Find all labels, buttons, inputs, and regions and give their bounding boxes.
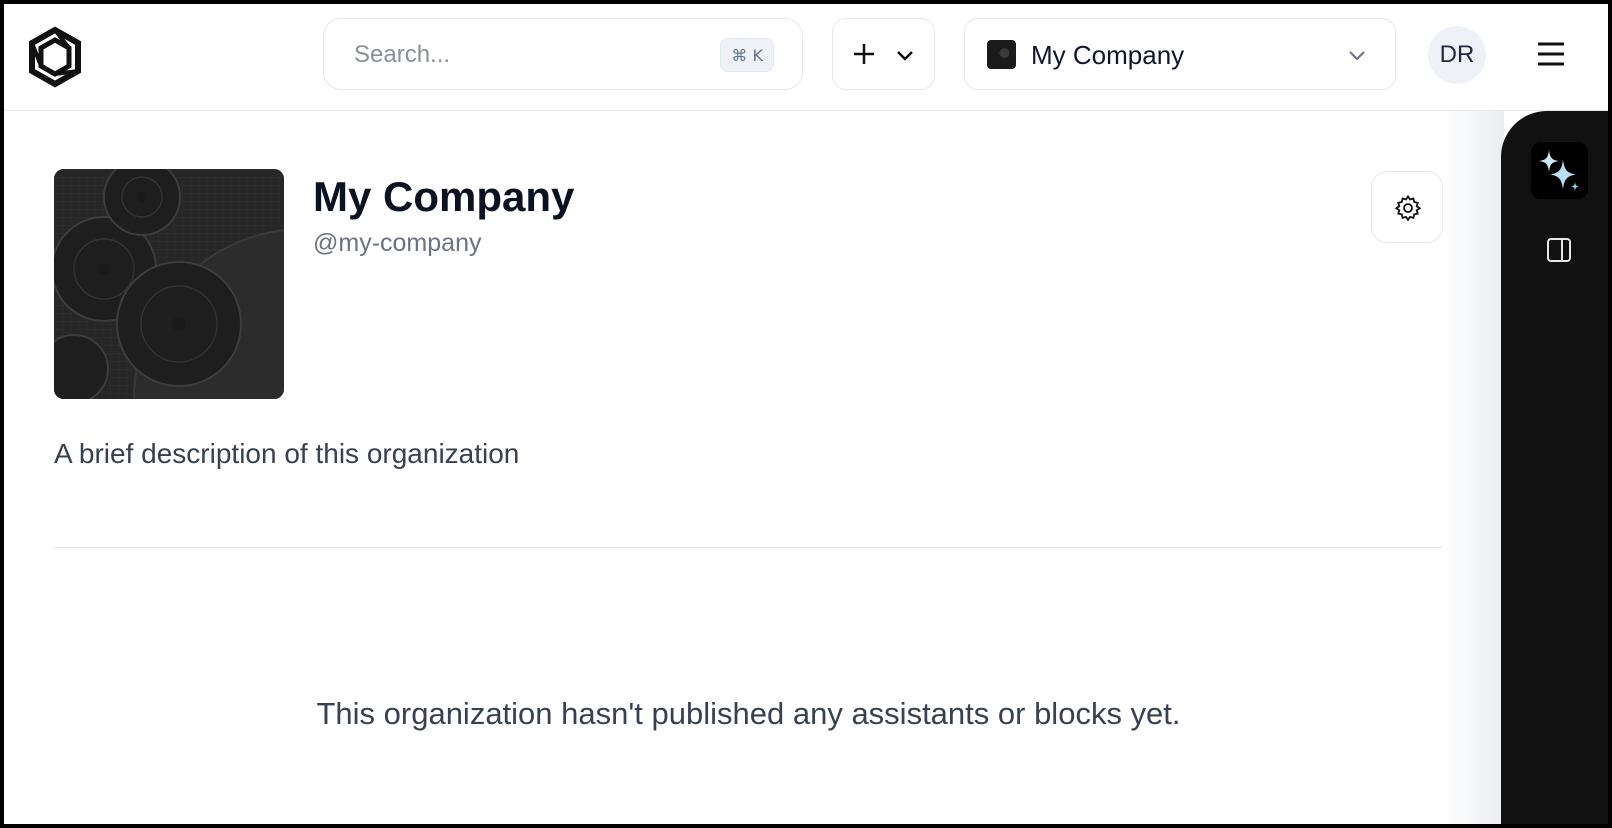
search-placeholder: Search... (354, 41, 451, 68)
search-input[interactable]: Search... ⌘ K (323, 18, 803, 90)
add-new-button[interactable] (832, 18, 935, 90)
top-nav: Search... ⌘ K My Company DR (4, 4, 1608, 111)
chevron-down-icon (1349, 51, 1365, 61)
sidebar-panel-icon (1547, 238, 1571, 262)
org-thumbnail (987, 40, 1016, 69)
user-avatar[interactable]: DR (1428, 26, 1486, 84)
section-divider (54, 547, 1443, 548)
page-title: My Company (313, 173, 575, 220)
search-shortcut-badge: ⌘ K (720, 38, 774, 72)
hamburger-menu-icon (1538, 42, 1564, 66)
empty-state-message: This organization hasn't published any a… (316, 696, 1181, 731)
org-selector-name: My Company (1031, 40, 1185, 70)
app-logo[interactable] (24, 26, 86, 88)
org-settings-button[interactable] (1371, 171, 1443, 243)
right-side-rail (1501, 111, 1608, 824)
org-description: A brief description of this organization (54, 438, 520, 469)
hamburger-menu-button[interactable] (1535, 38, 1567, 70)
gear-icon (1394, 194, 1422, 222)
assistant-button[interactable] (1531, 142, 1588, 199)
org-avatar-image (54, 169, 284, 399)
org-selector-dropdown[interactable]: My Company (964, 18, 1396, 90)
rail-shadow (1444, 111, 1504, 824)
org-handle: @my-company (313, 229, 482, 257)
app-window: Search... ⌘ K My Company DR My Company @… (4, 4, 1608, 824)
toggle-sidebar-button[interactable] (1545, 236, 1573, 269)
chevron-down-icon (897, 51, 913, 61)
org-profile-page: My Company @my-company A brief descripti… (4, 111, 1504, 824)
sparkle-icon (1539, 150, 1579, 191)
logo-hexagon-icon (29, 26, 81, 88)
plus-icon (854, 44, 874, 64)
gears-image (54, 169, 284, 399)
